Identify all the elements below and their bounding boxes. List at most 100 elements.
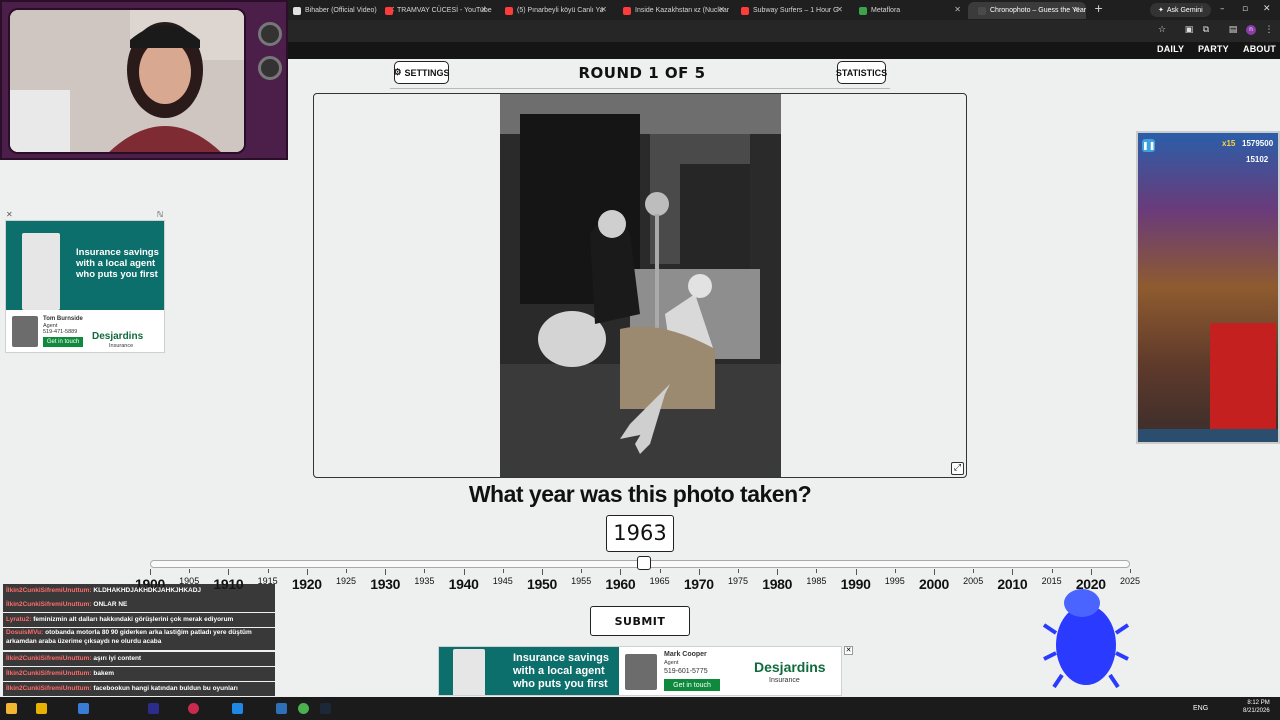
statistics-button[interactable]: STATISTICS [836, 61, 887, 84]
slider-year-label: 1960 [605, 576, 636, 592]
menu-kebab-icon[interactable]: ⋮ [1264, 25, 1274, 35]
slider-tick-major [934, 569, 935, 575]
webcam-feed [8, 8, 246, 154]
ad-brand-logo: Desjardins [92, 331, 144, 342]
chat-message: İlkin2CunkiSifremiUnuttum: KLDHAKHDJAKHD… [3, 584, 275, 598]
fullscreen-expand-icon[interactable]: ⤢ [951, 462, 964, 475]
slider-tick-minor [267, 569, 269, 573]
file-explorer-icon[interactable] [36, 703, 47, 714]
slider-tick-minor [424, 569, 426, 573]
taskbar-clock[interactable]: 8:12 PM 8/21/2026 [1243, 699, 1270, 715]
browser-tab[interactable]: TRAMVAY CÜCESİ - YouTube ✕ [375, 2, 493, 19]
chat-text: ONLAR NE [93, 601, 128, 608]
tab-title: TRAMVAY CÜCESİ - YouTube [397, 7, 492, 14]
steam-icon[interactable] [320, 703, 331, 714]
language-indicator[interactable]: ENG [1193, 705, 1208, 712]
photo-image [500, 94, 781, 477]
question-heading: What year was this photo taken? [468, 481, 812, 507]
slider-year-label: 1940 [448, 576, 479, 592]
minimize-icon[interactable]: – [1220, 4, 1225, 14]
browser-tab[interactable]: Chronophoto – Guess the Year ✕ [968, 2, 1086, 19]
notepad-icon[interactable] [276, 703, 287, 714]
bottom-ad-banner[interactable]: Insurance savings with a local agent who… [438, 646, 842, 696]
bookmark-star-icon[interactable]: ☆ [1157, 25, 1167, 35]
extensions-puzzle-icon[interactable]: ⧉ [1201, 25, 1211, 35]
slider-tick-major [463, 569, 465, 575]
tab-title: Chronophoto – Guess the Year [990, 7, 1086, 14]
tab-close-icon[interactable]: ✕ [480, 5, 487, 14]
ad-person-photo [22, 233, 60, 310]
webcam-overlay [0, 0, 288, 160]
slider-tick-minor [973, 569, 975, 573]
tab-favicon-icon [385, 6, 393, 15]
slider-tick-major [855, 569, 857, 575]
slider-tick-major [228, 569, 230, 575]
sidebar-icon[interactable]: ▤ [1228, 25, 1238, 35]
tab-title: Inside Kazakhstan кz (Nuclear ! [635, 7, 731, 14]
slider-tick-major [1012, 569, 1014, 575]
chat-username: İlkin2CunkiSifremiUnuttum: [6, 685, 92, 692]
left-ad-banner[interactable]: Insurance savings with a local agent who… [5, 220, 165, 353]
tab-close-icon[interactable]: ✕ [718, 5, 725, 14]
slider-tick-minor [581, 569, 583, 573]
edge-icon[interactable] [78, 703, 89, 714]
start-icon[interactable] [6, 703, 17, 714]
ad-info-icon[interactable]: ℕ [157, 210, 163, 219]
chat-username: İlkin2CunkiSifremiUnuttum: [6, 670, 92, 677]
tab-title: Metaflora [871, 7, 901, 14]
new-tab-button[interactable]: + [1094, 2, 1103, 15]
chat-message: İlkin2CunkiSifremiUnuttum: aşırı iyi con… [3, 652, 275, 666]
premiere-icon[interactable] [148, 703, 159, 714]
slider-year-label-minor: 1955 [571, 576, 592, 586]
slider-year-label: 1970 [683, 576, 714, 592]
browser-tab[interactable]: Metaflora ✕ [849, 2, 967, 19]
slider-tick-minor [659, 569, 661, 573]
clock-date: 8/21/2026 [1243, 708, 1270, 714]
ad-close-icon[interactable]: ✕ [844, 646, 853, 655]
nav-about-link[interactable]: ABOUT [1243, 44, 1276, 54]
chrome-icon[interactable] [298, 703, 309, 714]
tab-title: (5) Pınarbeyli köyü Canlı Ya [517, 7, 604, 14]
slider-tick-minor [1130, 569, 1131, 573]
tab-close-icon[interactable]: ✕ [600, 5, 607, 14]
chat-text: KLDHAKHDJAKHDKJAHKJHKADJ [93, 587, 202, 594]
slider-year-label: 2000 [919, 576, 949, 592]
close-window-icon[interactable]: ✕ [1263, 4, 1271, 14]
slider-tick-major [620, 569, 622, 575]
slider-year-label: 1980 [762, 576, 793, 592]
submit-button[interactable]: SUBMIT [590, 606, 690, 636]
nav-daily-link[interactable]: DAILY [1157, 44, 1184, 54]
obs-icon[interactable] [188, 703, 199, 714]
maximize-icon[interactable]: ▫ [1242, 4, 1248, 14]
slider-year-label-minor: 1995 [884, 576, 905, 586]
browser-tab[interactable]: Inside Kazakhstan кz (Nuclear ! ✕ [613, 2, 731, 19]
tab-favicon-icon [505, 6, 513, 15]
slider-year-label: 1930 [370, 576, 401, 592]
ad-brand-logo: Desjardins [754, 659, 826, 675]
settings-button[interactable]: ⚙ SETTINGS [393, 61, 450, 84]
ad-agent-photo [625, 654, 657, 690]
settings-label: SETTINGS [404, 67, 450, 78]
chat-text: otobanda motorla 80 90 giderken arka las… [6, 629, 252, 645]
ask-gemini-button[interactable]: ✦ Ask Gemini [1150, 3, 1211, 17]
extension-icon[interactable]: ▣ [1184, 25, 1194, 35]
browser-tab[interactable]: (5) Pınarbeyli köyü Canlı Ya ✕ [495, 2, 613, 19]
browser-tab[interactable]: Subway Surfers – 1 Hour G ✕ [731, 2, 849, 19]
profile-avatar[interactable]: n [1246, 25, 1256, 35]
ad-cta-button[interactable]: Get in touch [43, 337, 83, 347]
nav-party-link[interactable]: PARTY [1198, 44, 1229, 54]
vscode-icon[interactable] [232, 703, 243, 714]
tab-close-icon[interactable]: ✕ [1073, 5, 1080, 14]
tab-close-icon[interactable]: ✕ [836, 5, 843, 14]
slider-year-label-minor: 1975 [727, 576, 749, 586]
slider-year-label-minor: 1935 [414, 576, 435, 586]
slider-tick-minor [189, 569, 191, 573]
tab-favicon-icon [623, 6, 631, 15]
ad-cta-button[interactable]: Get in touch [664, 679, 720, 691]
chat-message: DosuisMVu: otobanda motorla 80 90 giderk… [3, 628, 275, 650]
coin-count: 15102 [1246, 155, 1269, 164]
tab-close-icon[interactable]: ✕ [954, 5, 961, 14]
chat-message: Lyratu2: feminizmin alt dalları hakkında… [3, 613, 275, 627]
ad-close-icon[interactable]: ✕ [6, 210, 13, 219]
year-slider-thumb[interactable] [636, 556, 651, 570]
